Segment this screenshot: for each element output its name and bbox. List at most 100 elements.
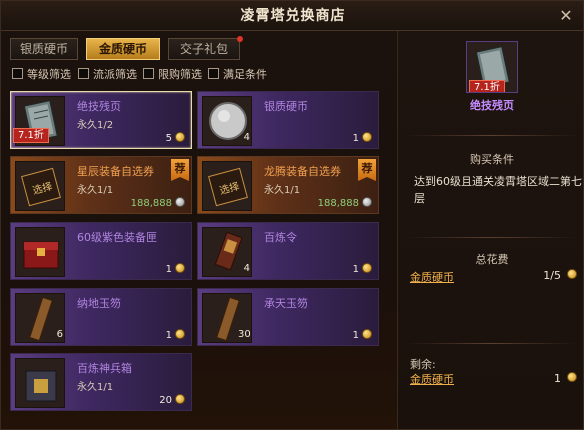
filter-satisfied[interactable]: 满足条件 — [208, 67, 267, 83]
shop-item-juejicanye[interactable]: 7.1折 绝技残页 永久1/2 5 — [10, 91, 192, 149]
cost-title: 总花费 — [475, 253, 509, 266]
item-name: 星辰装备自选券 — [77, 165, 154, 178]
price-value: 188,888 — [317, 198, 359, 209]
shop-item-xingchen-ticket[interactable]: 选择 荐 星辰装备自选券 永久1/1 188,888 — [10, 156, 192, 214]
item-price: 1 — [166, 263, 185, 275]
item-price: 1 — [353, 263, 372, 275]
checkbox[interactable] — [78, 68, 89, 79]
discount-badge: 7.1折 — [469, 80, 505, 92]
cost-currency-link[interactable]: 金质硬币 — [410, 269, 454, 285]
shop-item-nadi-yuhu[interactable]: 6 纳地玉笏 1 — [10, 288, 192, 346]
tab-silver-coin[interactable]: 银质硬币 — [10, 38, 78, 60]
chest-icon — [15, 227, 65, 277]
filter-limit[interactable]: 限购筛选 — [143, 67, 202, 83]
checkbox[interactable] — [143, 68, 154, 79]
title-bar: 凌霄塔兑换商店 ✕ — [1, 1, 583, 31]
filter-school[interactable]: 流派筛选 — [78, 67, 137, 83]
remaining-title: 剩余: — [410, 358, 436, 371]
shop-item-silver-coin[interactable]: 4 银质硬币 1 — [197, 91, 379, 149]
item-limit: 永久1/1 — [264, 185, 301, 196]
detail-panel: 7.1折 绝技残页 购买条件 达到60级且通关凌霄塔区域二第七层 总花费 金质硬… — [397, 31, 583, 429]
close-icon[interactable]: ✕ — [557, 7, 575, 25]
book-icon: 7.1折 — [466, 41, 518, 93]
gold-coin-icon — [175, 329, 185, 339]
discount-badge: 7.1折 — [13, 128, 49, 143]
filter-label: 流派筛选 — [93, 68, 137, 81]
window-title: 凌霄塔兑换商店 — [240, 8, 346, 24]
gold-coin-icon — [567, 372, 577, 382]
item-name: 纳地玉笏 — [77, 297, 121, 310]
price-value: 1 — [352, 133, 359, 144]
item-price: 188,888 — [318, 197, 372, 209]
item-price: 20 — [159, 394, 185, 406]
tab-label: 银质硬币 — [19, 42, 68, 56]
item-count: 30 — [238, 329, 251, 340]
item-limit: 永久1/1 — [77, 185, 114, 196]
filter-label: 等级筛选 — [27, 68, 71, 81]
shop-item-bailianling[interactable]: 4 百炼令 1 — [197, 222, 379, 280]
ticket-icon: 选择 — [15, 161, 65, 211]
item-name: 百炼令 — [264, 231, 297, 244]
item-limit: 永久1/1 — [77, 382, 114, 393]
shop-window: 凌霄塔兑换商店 ✕ 银质硬币 金质硬币 交子礼包 等级筛选 流派筛选 限购筛选 … — [0, 0, 584, 430]
item-count: 6 — [56, 329, 63, 340]
item-limit: 永久1/2 — [77, 120, 114, 131]
red-dot-badge — [237, 36, 243, 42]
filter-label: 满足条件 — [223, 68, 267, 81]
price-value: 1 — [352, 264, 359, 275]
tab-label: 交子礼包 — [179, 42, 228, 56]
filter-level[interactable]: 等级筛选 — [12, 67, 71, 83]
tab-gold-coin[interactable]: 金质硬币 — [86, 38, 160, 60]
remaining-value: 1 — [554, 372, 561, 385]
price-value: 5 — [165, 133, 172, 144]
price-value: 1 — [352, 330, 359, 341]
gold-coin-icon — [567, 269, 577, 279]
divider — [406, 237, 577, 238]
remaining-currency-link[interactable]: 金质硬币 — [410, 371, 454, 387]
ticket-icon: 选择 — [202, 161, 252, 211]
item-name: 龙腾装备自选券 — [264, 165, 341, 178]
cost-value: 1/5 — [543, 269, 561, 282]
silver-coin-icon — [362, 197, 372, 207]
filter-label: 限购筛选 — [158, 68, 202, 81]
checkbox[interactable] — [12, 68, 23, 79]
recommend-badge: 荐 — [358, 159, 376, 181]
checkbox[interactable] — [208, 68, 219, 79]
silver-coin-icon — [175, 197, 185, 207]
shop-item-longteng-ticket[interactable]: 选择 荐 龙腾装备自选券 永久1/1 188,888 — [197, 156, 379, 214]
item-name: 60级紫色装备匣 — [77, 231, 157, 244]
gold-coin-icon — [362, 263, 372, 273]
gold-coin-icon — [175, 394, 185, 404]
gold-coin-icon — [362, 132, 372, 142]
item-price: 188,888 — [131, 197, 185, 209]
item-price: 1 — [353, 132, 372, 144]
item-price: 1 — [166, 329, 185, 341]
item-price: 5 — [166, 132, 185, 144]
item-name: 绝技残页 — [77, 100, 121, 113]
item-name: 承天玉笏 — [264, 297, 308, 310]
condition-text: 达到60级且通关凌霄塔区域二第七层 — [414, 175, 582, 205]
gold-coin-icon — [175, 263, 185, 273]
item-count: 4 — [243, 263, 250, 274]
price-value: 1 — [165, 264, 172, 275]
price-value: 1 — [165, 330, 172, 341]
item-name: 百炼神兵箱 — [77, 362, 132, 375]
shop-item-purple-chest[interactable]: 60级紫色装备匣 1 — [10, 222, 192, 280]
gold-coin-icon — [175, 132, 185, 142]
gold-coin-icon — [362, 329, 372, 339]
item-price: 1 — [353, 329, 372, 341]
price-value: 20 — [159, 395, 172, 406]
detail-item-name: 绝技残页 — [470, 99, 514, 112]
price-value: 188,888 — [130, 198, 172, 209]
shop-item-weapon-box[interactable]: 百炼神兵箱 永久1/1 20 — [10, 353, 192, 411]
condition-title: 购买条件 — [470, 153, 514, 166]
tab-jiaozi-pack[interactable]: 交子礼包 — [168, 36, 243, 60]
recommend-badge: 荐 — [171, 159, 189, 181]
divider — [406, 135, 577, 136]
shop-item-chengtian-yuhu[interactable]: 30 承天玉笏 1 — [197, 288, 379, 346]
weapon-box-icon — [15, 358, 65, 408]
item-count: 4 — [243, 132, 250, 143]
divider — [406, 343, 577, 344]
item-name: 银质硬币 — [264, 100, 308, 113]
tab-label: 金质硬币 — [98, 42, 147, 56]
